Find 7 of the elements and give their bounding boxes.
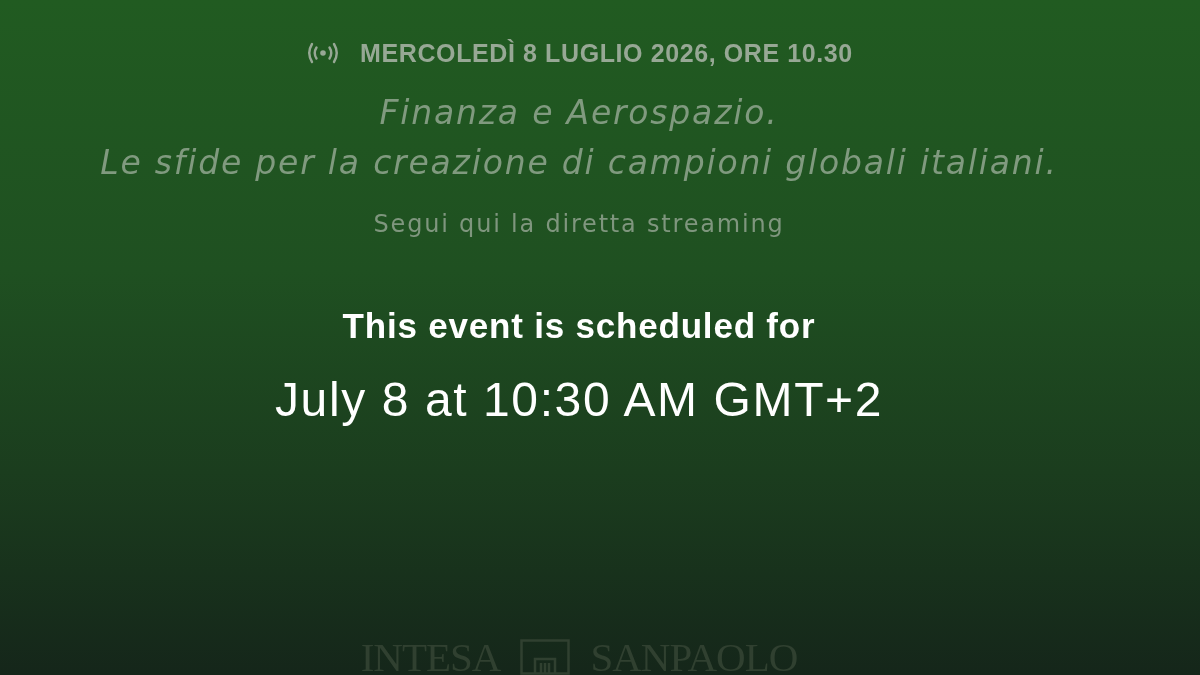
event-title-line: Le sfide per la creazione di campioni globali italiani. xyxy=(100,142,1058,184)
scheduled-time: July 8 at 10:30 AM GMT+2 xyxy=(275,372,883,428)
schedule-heading: This event is scheduled for xyxy=(342,305,816,347)
event-title-line: Finanza e Aerospazio. xyxy=(379,92,779,134)
streaming-subtitle: Segui qui la diretta streaming xyxy=(373,209,785,239)
bank-emblem-icon xyxy=(520,639,571,675)
event-date-time: MERCOLEDÌ 8 LUGLIO 2026, ORE 10.30 xyxy=(360,38,853,68)
